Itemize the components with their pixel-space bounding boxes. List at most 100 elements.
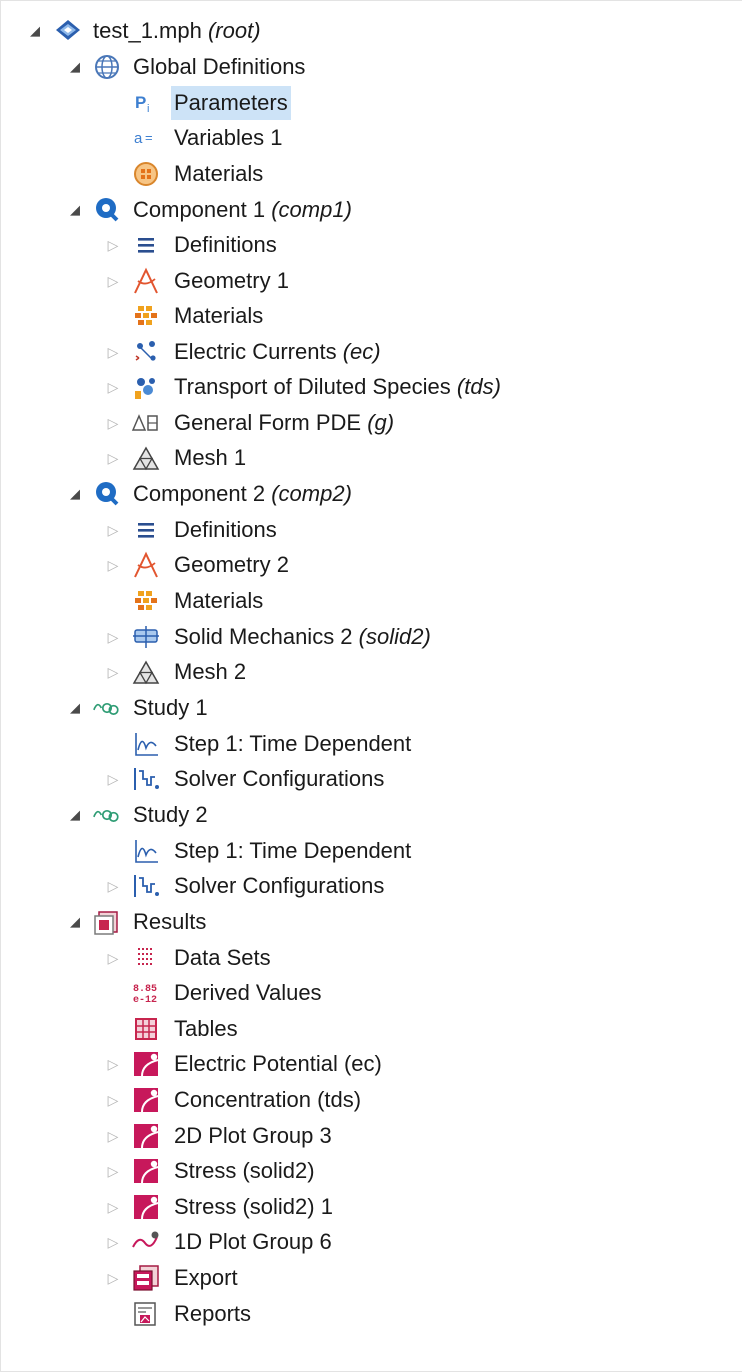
expand-arrow-icon[interactable]: ▷ xyxy=(103,1154,123,1188)
collapse-arrow-icon[interactable]: ◢ xyxy=(65,50,85,84)
tree-node-geometry-2[interactable]: ▷ Geometry 2 xyxy=(1,548,742,582)
collapse-arrow-icon[interactable]: ◢ xyxy=(65,691,85,725)
expand-arrow-icon[interactable]: ▷ xyxy=(103,441,123,475)
expand-arrow-icon[interactable]: ▷ xyxy=(103,1261,123,1295)
tree-node-variables-1[interactable]: a = Variables 1 xyxy=(1,121,742,155)
plot-group-2d-icon xyxy=(131,1085,161,1115)
definitions-icon xyxy=(131,515,161,545)
tree-node-concentration-tds[interactable]: ▷ Concentration (tds) xyxy=(1,1083,742,1117)
tree-node-derived-values[interactable]: 8.85 e-12 Derived Values xyxy=(1,976,742,1010)
tree-node-mesh-1[interactable]: ▷ Mesh 1 xyxy=(1,441,742,475)
tree-node-results[interactable]: ◢ Results xyxy=(1,905,742,939)
expand-arrow-icon[interactable]: ▷ xyxy=(103,548,123,582)
transport-diluted-species-icon xyxy=(131,372,161,402)
tree-node-materials[interactable]: Materials xyxy=(1,299,742,333)
node-name: Stress (solid2) 1 xyxy=(174,1194,333,1219)
node-name: 1D Plot Group 6 xyxy=(174,1229,332,1254)
collapse-arrow-icon[interactable]: ◢ xyxy=(65,193,85,227)
tree-node-label: Solver Configurations xyxy=(171,869,387,903)
expand-arrow-icon[interactable]: ▷ xyxy=(103,406,123,440)
collapse-arrow-icon[interactable]: ◢ xyxy=(25,14,45,48)
tree-node-reports[interactable]: Reports xyxy=(1,1297,742,1331)
plot-group-2d-icon xyxy=(131,1121,161,1151)
materials-icon xyxy=(131,301,161,331)
tree-node-label: Stress (solid2) 1 xyxy=(171,1190,336,1224)
component-icon xyxy=(92,195,122,225)
results-icon xyxy=(92,907,122,937)
node-name: Mesh 2 xyxy=(174,659,247,684)
expand-arrow-icon[interactable]: ▷ xyxy=(103,228,123,262)
expand-arrow-icon[interactable]: ▷ xyxy=(103,620,123,654)
tree-node-component-2[interactable]: ◢ Component 2 (comp2) xyxy=(1,477,742,511)
tree-node-label: Mesh 2 xyxy=(171,655,249,689)
svg-text:P: P xyxy=(135,93,146,112)
expand-arrow-icon[interactable]: ▷ xyxy=(103,513,123,547)
tree-node-electric-potential-ec[interactable]: ▷ Electric Potential (ec) xyxy=(1,1047,742,1081)
plot-group-2d-icon xyxy=(131,1192,161,1222)
model-builder-tree: ◢ test_1.mph (root) ◢ Global Definitions Pi P… xyxy=(0,0,742,1372)
tree-node-tables[interactable]: Tables xyxy=(1,1012,742,1046)
tree-node-solver-configurations[interactable]: ▷ Solver Configurations xyxy=(1,869,742,903)
tree-node-general-form-pde[interactable]: ▷ General Form PDE (g) xyxy=(1,406,742,440)
expand-arrow-icon[interactable]: ▷ xyxy=(103,762,123,796)
tree-node-label: Mesh 1 xyxy=(171,441,249,475)
tree-node-step-1-time-dependent[interactable]: Step 1: Time Dependent xyxy=(1,834,742,868)
collapse-arrow-icon[interactable]: ◢ xyxy=(65,905,85,939)
tree-node-transport-of-diluted-species[interactable]: ▷ Transport of Diluted Species (tds) xyxy=(1,370,742,404)
expand-arrow-icon[interactable]: ▷ xyxy=(103,941,123,975)
tree-node-study-1[interactable]: ◢ Study 1 xyxy=(1,691,742,725)
tree-node-data-sets[interactable]: ▷ Data Sets xyxy=(1,941,742,975)
expand-arrow-icon[interactable]: ▷ xyxy=(103,869,123,903)
expand-arrow-icon[interactable]: ▷ xyxy=(103,1047,123,1081)
study-icon xyxy=(92,800,122,830)
tree-node-label: 1D Plot Group 6 xyxy=(171,1225,335,1259)
tree-node-study-2[interactable]: ◢ Study 2 xyxy=(1,798,742,832)
node-name: test_1.mph xyxy=(93,18,202,43)
collapse-arrow-icon[interactable]: ◢ xyxy=(65,477,85,511)
derived-values-icon: 8.85 e-12 xyxy=(131,978,161,1008)
tree-node-2d-plot-group-3[interactable]: ▷ 2D Plot Group 3 xyxy=(1,1119,742,1153)
expand-arrow-icon[interactable]: ▷ xyxy=(103,370,123,404)
tree-node-electric-currents[interactable]: ▷ Electric Currents (ec) xyxy=(1,335,742,369)
expand-arrow-icon[interactable]: ▷ xyxy=(103,1119,123,1153)
data-sets-icon xyxy=(131,943,161,973)
tree-node-mesh-2[interactable]: ▷ Mesh 2 xyxy=(1,655,742,689)
expand-arrow-icon[interactable]: ▷ xyxy=(103,1225,123,1259)
expand-arrow-icon[interactable]: ▷ xyxy=(103,335,123,369)
expand-arrow-icon[interactable]: ▷ xyxy=(103,1190,123,1224)
tree-node-definitions[interactable]: ▷ Definitions xyxy=(1,228,742,262)
tree-node-label: Variables 1 xyxy=(171,121,285,155)
expand-arrow-icon[interactable]: ▷ xyxy=(103,264,123,298)
tree-node-1d-plot-group-6[interactable]: ▷ 1D Plot Group 6 xyxy=(1,1225,742,1259)
tree-node-label: Materials xyxy=(171,584,266,618)
tree-node-materials[interactable]: Materials xyxy=(1,157,742,191)
plot-group-2d-icon xyxy=(131,1156,161,1186)
tree-node-definitions[interactable]: ▷ Definitions xyxy=(1,513,742,547)
svg-text:i: i xyxy=(147,103,149,115)
tree-node-stress-solid2[interactable]: ▷ Stress (solid2) xyxy=(1,1154,742,1188)
plot-group-1d-icon xyxy=(131,1227,161,1257)
tree-node-parameters[interactable]: Pi Parameters xyxy=(1,86,742,120)
tree-node-global-definitions[interactable]: ◢ Global Definitions xyxy=(1,50,742,84)
expand-arrow-icon[interactable]: ▷ xyxy=(103,655,123,689)
tree-node-solver-configurations[interactable]: ▷ Solver Configurations xyxy=(1,762,742,796)
svg-text:a: a xyxy=(134,130,143,147)
expand-arrow-icon[interactable]: ▷ xyxy=(103,1083,123,1117)
tree-node-label: Data Sets xyxy=(171,941,274,975)
tree-node-materials[interactable]: Materials xyxy=(1,584,742,618)
node-tag: (comp2) xyxy=(271,481,352,506)
tree-node-solid-mechanics-2[interactable]: ▷ Solid Mechanics 2 (solid2) xyxy=(1,620,742,654)
tree-node-geometry-1[interactable]: ▷ Geometry 1 xyxy=(1,264,742,298)
tree-node-export[interactable]: ▷ Export xyxy=(1,1261,742,1295)
tree-node-step-1-time-dependent[interactable]: Step 1: Time Dependent xyxy=(1,727,742,761)
tree-node-label: Step 1: Time Dependent xyxy=(171,834,414,868)
collapse-arrow-icon[interactable]: ◢ xyxy=(65,798,85,832)
tree-node-stress-solid2-1[interactable]: ▷ Stress (solid2) 1 xyxy=(1,1190,742,1224)
tree-node-label: Study 1 xyxy=(130,691,211,725)
node-name: Electric Potential (ec) xyxy=(174,1051,382,1076)
tree-node-test-1-mph[interactable]: ◢ test_1.mph (root) xyxy=(1,14,742,48)
tree-node-component-1[interactable]: ◢ Component 1 (comp1) xyxy=(1,193,742,227)
tree-node-label: test_1.mph (root) xyxy=(90,14,264,48)
svg-text:=: = xyxy=(145,130,153,145)
tree-node-label: Solver Configurations xyxy=(171,762,387,796)
